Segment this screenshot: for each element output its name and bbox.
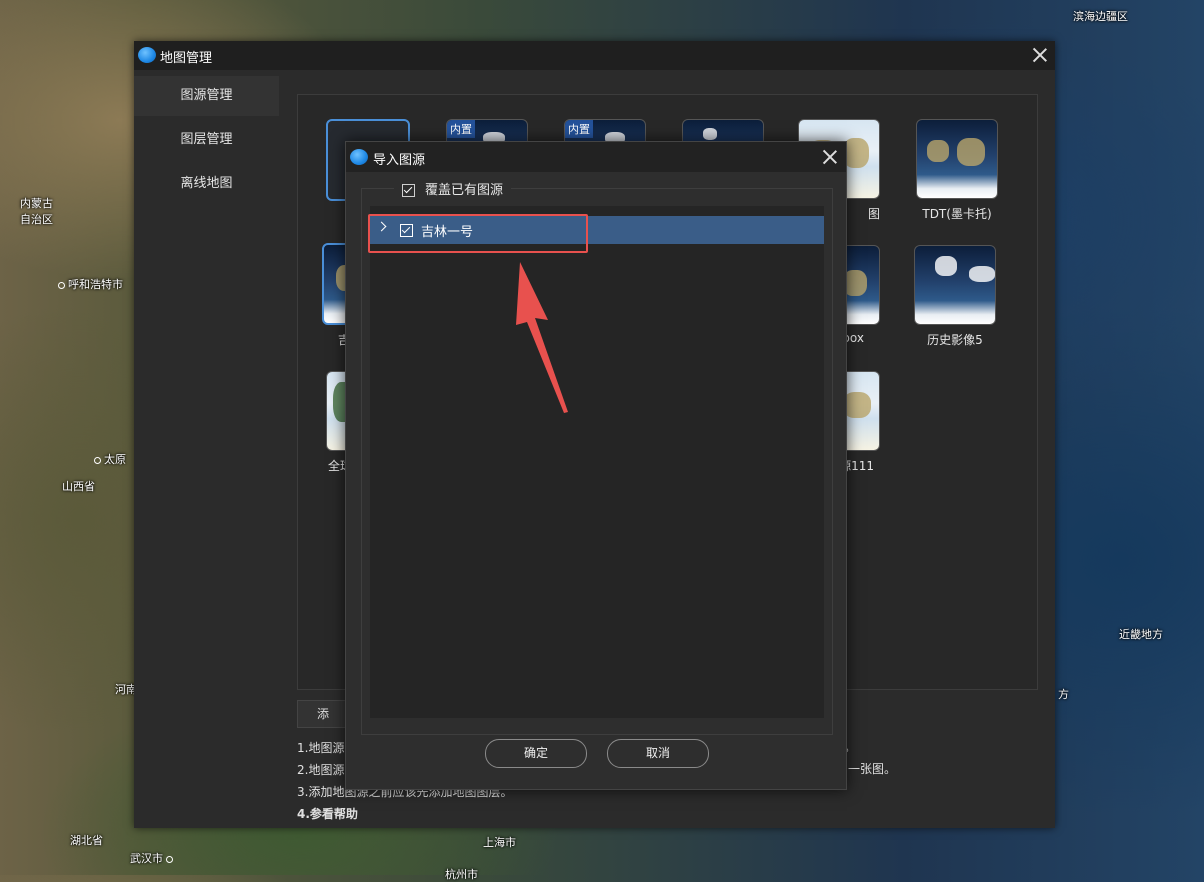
builtin-tag: 内置	[565, 120, 593, 138]
map-label: 武汉市	[130, 850, 176, 866]
map-source-tile[interactable]: 历史影像5	[914, 245, 996, 348]
sidebar: 图源管理 图层管理 离线地图	[134, 70, 279, 828]
map-label: 方	[1058, 688, 1069, 701]
map-label: 湖北省	[70, 834, 103, 847]
city-marker-icon	[58, 281, 65, 289]
dialog-title: 导入图源	[373, 153, 426, 168]
map-label: 杭州市	[445, 868, 478, 881]
map-label: 上海市	[483, 836, 516, 849]
checkbox-checked-icon	[402, 184, 415, 197]
map-label: 近畿地方	[1119, 628, 1163, 641]
map-source-tile[interactable]: TDT(墨卡托)	[916, 119, 998, 222]
sidebar-item-source-management[interactable]: 图源管理	[134, 76, 279, 116]
map-label: 滨海边疆区	[1073, 10, 1128, 23]
overwrite-existing-checkbox[interactable]: 覆盖已有图源	[394, 182, 512, 200]
map-source-label: 历史影像5	[927, 333, 983, 347]
map-label-text: 武汉市	[130, 852, 163, 865]
builtin-tag: 内置	[447, 120, 475, 138]
window-title: 地图管理	[160, 51, 213, 66]
app-logo-icon	[350, 149, 368, 165]
city-marker-icon	[166, 855, 173, 863]
map-label-text: 太原	[104, 453, 126, 466]
map-source-thumbnail	[914, 245, 996, 325]
map-label-text: 呼和浩特市	[68, 278, 123, 291]
overwrite-label: 覆盖已有图源	[425, 183, 504, 198]
dialog-titlebar: 导入图源	[346, 142, 846, 172]
cancel-button[interactable]: 取消	[607, 739, 709, 768]
import-source-dialog: 导入图源 覆盖已有图源 吉林一号 确定 取消	[345, 141, 847, 790]
app-logo-icon	[138, 47, 156, 63]
map-label: 山西省	[62, 480, 95, 493]
help-link[interactable]: 4.参看帮助	[297, 803, 1037, 825]
annotation-highlight-box	[368, 214, 588, 253]
city-marker-icon	[94, 456, 101, 464]
map-source-thumbnail	[916, 119, 998, 199]
ok-button[interactable]: 确定	[485, 739, 587, 768]
sidebar-item-layer-management[interactable]: 图层管理	[134, 120, 279, 160]
source-tree: 吉林一号	[370, 206, 824, 718]
add-button-label: 添	[316, 707, 329, 721]
map-label: 呼和浩特市	[58, 276, 123, 292]
map-label: 太原	[94, 451, 126, 467]
map-label: 内蒙古自治区	[20, 197, 53, 226]
map-source-label: TDT(墨卡托)	[922, 207, 992, 221]
note-line-tail: 一张图。	[848, 762, 897, 776]
sidebar-item-offline-map[interactable]: 离线地图	[134, 164, 279, 204]
dialog-close-icon[interactable]	[820, 147, 840, 167]
window-close-icon[interactable]	[1030, 45, 1050, 65]
window-titlebar: 地图管理	[134, 41, 1055, 70]
